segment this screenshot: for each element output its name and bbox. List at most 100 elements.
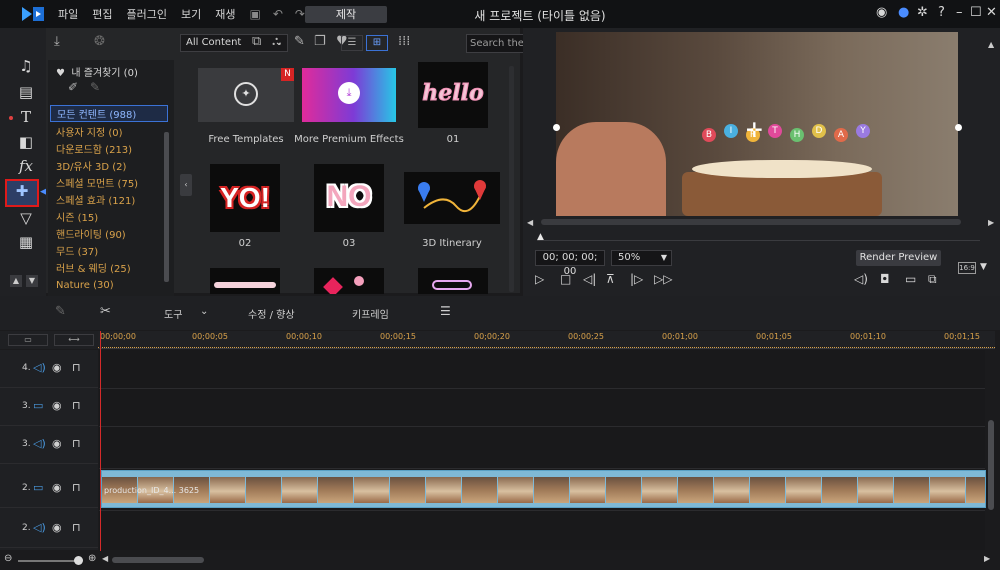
category-handwriting[interactable]: 핸드라이팅 (90) [56, 226, 126, 241]
lock-icon[interactable]: ⊓ [72, 437, 81, 450]
previous-frame-icon[interactable]: ◁| [583, 272, 596, 286]
next-frame-icon[interactable]: |▷ [630, 272, 643, 286]
import-media-icon[interactable]: ⤓ [54, 34, 60, 49]
category-mood[interactable]: 무드 (37) [56, 243, 98, 258]
library-item-free-templates[interactable]: ✦ N [198, 68, 294, 122]
library-scrollbar[interactable] [509, 66, 514, 292]
title-room-icon[interactable]: T [16, 107, 36, 127]
category-3d[interactable]: 3D/유사 3D (2) [56, 158, 126, 173]
scroll-up-icon[interactable]: ▲ [988, 40, 994, 49]
minimize-icon[interactable]: – [956, 5, 963, 20]
redo-icon[interactable]: ↷ [295, 7, 305, 21]
scroll-right-icon[interactable]: ▶ [988, 218, 994, 227]
maximize-icon[interactable]: ☐ [970, 5, 982, 20]
category-all[interactable]: 모든 컨텐트 (988) [50, 105, 168, 122]
external-window-icon[interactable]: ⧉ [928, 272, 937, 287]
track-row-audio[interactable]: 2. ◁) ◉ ⊓ [0, 510, 98, 548]
aspect-ratio-button[interactable]: 16:9 [958, 262, 976, 274]
save-icon[interactable]: ▣ [249, 7, 260, 21]
library-item-partial[interactable] [210, 268, 280, 294]
category-special-effects[interactable]: 스페셜 효과 (121) [56, 192, 135, 207]
lock-icon[interactable]: ⊓ [72, 521, 81, 534]
more-options-icon[interactable]: ⁞⁞⁞ [398, 34, 410, 49]
menu-file[interactable]: 파일 [58, 6, 78, 22]
list-view-icon[interactable]: ☰ [341, 35, 363, 51]
render-preview-button[interactable]: Render Preview [856, 250, 941, 266]
undo-icon[interactable]: ↶ [273, 7, 283, 21]
timecode-display[interactable]: 00; 00; 00; 00 [535, 250, 605, 277]
tag-icon[interactable]: ⛬ [272, 34, 281, 49]
add-new-icon[interactable]: ⧉ [252, 34, 261, 49]
zoom-slider-knob[interactable] [74, 556, 83, 565]
project-room-icon[interactable]: ▤ [16, 82, 36, 102]
lock-icon[interactable]: ⊓ [72, 361, 81, 374]
library-item-partial[interactable] [418, 268, 488, 294]
chevron-down-icon[interactable]: ▼ [980, 262, 987, 272]
play-icon[interactable]: ▷ [535, 272, 544, 286]
edit-category-icon[interactable]: ✎ [90, 80, 100, 94]
library-item-01[interactable]: hello [418, 62, 488, 128]
category-custom[interactable]: 사용자 지정 (0) [56, 124, 123, 139]
track-row-audio[interactable]: 4. ◁) ◉ ⊓ [0, 350, 98, 388]
chevron-down-icon[interactable]: ⌄ [200, 306, 208, 317]
favorites-header[interactable]: ♥ 내 즐겨찾기 (0) [56, 64, 138, 79]
duplicate-icon[interactable]: ❐ [314, 34, 326, 49]
timeline-playhead[interactable] [100, 331, 101, 551]
media-room-icon[interactable]: ♫ [16, 56, 36, 76]
track-row-video[interactable]: 3. ▭ ◉ ⊓ [0, 388, 98, 426]
subtitle-icon[interactable]: ▭ [905, 272, 916, 286]
track-row-video[interactable]: 2. ▭ ◉ ⊓ [0, 470, 98, 508]
eye-icon[interactable]: ◉ [52, 437, 62, 450]
library-item-3d-itinerary[interactable] [404, 172, 500, 224]
fit-timeline-icon[interactable]: ⟷ [54, 334, 94, 346]
category-nature[interactable]: Nature (30) [56, 280, 114, 291]
category-season[interactable]: 시즌 (15) [56, 209, 98, 224]
keyframe-button[interactable]: 키프레임 [352, 306, 389, 321]
library-item-partial[interactable] [314, 268, 384, 294]
zoom-out-icon[interactable]: ⊖ [4, 553, 12, 564]
settings-gear-icon[interactable]: ✲ [917, 5, 928, 20]
track-manager-icon[interactable]: ▭ [8, 334, 48, 346]
timeline-ruler[interactable]: 00;00;00 00;00;05 00;00;10 00;00;15 00;0… [98, 331, 995, 349]
scroll-left-icon[interactable]: ◀ [102, 554, 108, 563]
timeline-tracks[interactable] [99, 350, 985, 550]
preview-timeline-slider[interactable] [540, 240, 980, 241]
scissors-icon[interactable]: ✂ [100, 304, 111, 319]
lock-icon[interactable]: ⊓ [72, 481, 81, 494]
menu-edit[interactable]: 편집 [92, 6, 112, 22]
eye-icon[interactable]: ◉ [52, 521, 62, 534]
notification-icon[interactable]: ● [898, 5, 909, 20]
preview-video[interactable]: B I R T H D A Y ✛ [556, 32, 958, 216]
scroll-left-icon[interactable]: ◀ [527, 218, 533, 227]
volume-icon[interactable]: ◁) [854, 272, 868, 286]
collapse-down-icon[interactable]: ▼ [26, 275, 38, 287]
menu-list-icon[interactable]: ☰ [440, 304, 451, 318]
category-downloaded[interactable]: 다운로드함 (213) [56, 141, 132, 156]
split-marker-icon[interactable]: ⊼ [606, 272, 615, 286]
download-cloud-icon[interactable]: ❂ [94, 34, 105, 49]
fix-enhance-button[interactable]: 수정 / 향상 [248, 306, 295, 321]
mask-room-icon[interactable]: ▽ [16, 208, 36, 228]
menu-playback[interactable]: 재생 [215, 6, 235, 22]
resize-handle[interactable] [553, 124, 560, 131]
lock-icon[interactable]: ⊓ [72, 399, 81, 412]
eye-icon[interactable]: ◉ [52, 361, 62, 374]
zoom-in-icon[interactable]: ⊕ [88, 553, 96, 564]
library-item-02[interactable]: YO! [210, 164, 280, 232]
preview-h-scrollbar[interactable] [541, 219, 961, 225]
resize-handle[interactable] [955, 124, 962, 131]
eye-icon[interactable]: ◉ [52, 481, 62, 494]
category-love-wedding[interactable]: 러브 & 웨딩 (25) [56, 260, 131, 275]
menu-plugins[interactable]: 플러그인 [127, 6, 167, 22]
subtitle-room-icon[interactable]: ▦ [16, 232, 36, 252]
library-item-premium-effects[interactable]: ⤓ [302, 68, 396, 122]
produce-button[interactable]: 제작 [305, 6, 387, 23]
library-item-03[interactable]: NO [314, 164, 384, 232]
transition-room-icon[interactable]: ◧ [16, 132, 36, 152]
snapshot-camera-icon[interactable]: ◘ [880, 272, 890, 286]
stop-icon[interactable]: □ [560, 272, 571, 286]
effect-room-icon[interactable]: fx [16, 156, 36, 176]
collapse-up-icon[interactable]: ▲ [10, 275, 22, 287]
timeline-h-scrollbar[interactable] [112, 557, 204, 563]
zoom-slider[interactable] [18, 560, 78, 562]
